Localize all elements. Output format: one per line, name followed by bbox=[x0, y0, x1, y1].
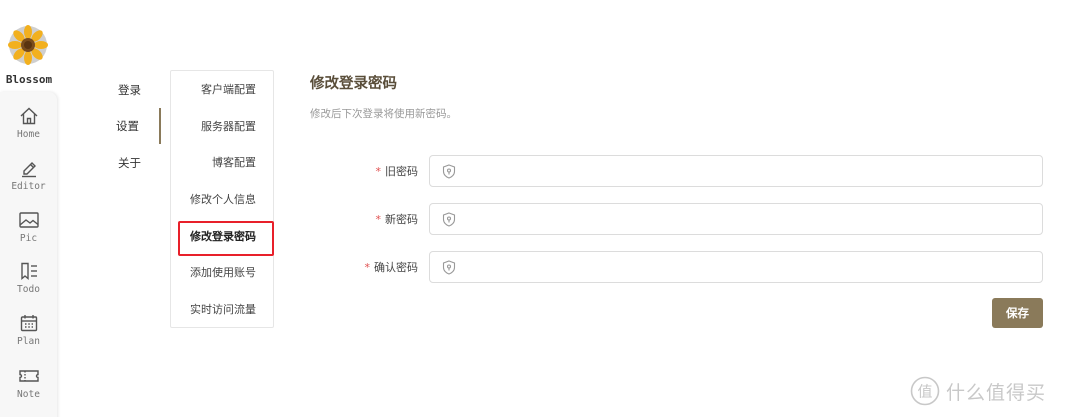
rail-item-pic[interactable]: Pic bbox=[0, 210, 57, 258]
confirm-password-input[interactable] bbox=[464, 256, 1034, 278]
settings-sub-nav: 客户端配置 服务器配置 博客配置 修改个人信息 修改登录密码 添加使用账号 实时… bbox=[170, 70, 274, 328]
field-label-text: 旧密码 bbox=[385, 165, 418, 178]
field-label-text: 新密码 bbox=[385, 213, 418, 226]
shield-lock-icon bbox=[442, 212, 456, 227]
rail-nav: Home Editor Pic Todo Plan Note bbox=[0, 92, 57, 417]
rail-item-label: Pic bbox=[19, 233, 38, 244]
confirm-password-field[interactable] bbox=[429, 251, 1043, 283]
rail-item-label: Editor bbox=[11, 181, 46, 192]
rail-item-home[interactable]: Home bbox=[0, 106, 57, 154]
required-mark: * bbox=[375, 165, 382, 178]
rail-item-plan[interactable]: Plan bbox=[0, 313, 57, 361]
sub-item-edit-profile[interactable]: 修改个人信息 bbox=[171, 182, 273, 218]
zhi-logo-icon: 值 bbox=[910, 376, 940, 406]
shield-lock-icon bbox=[442, 260, 456, 275]
rail-item-note[interactable]: Note bbox=[0, 366, 57, 414]
shield-lock-icon bbox=[442, 164, 456, 179]
app-rail: Blossom Home Editor Pic Todo Plan Note bbox=[0, 0, 58, 417]
confirm-password-label: * 确认密码 bbox=[300, 259, 419, 275]
sub-item-realtime-traffic[interactable]: 实时访问流量 bbox=[171, 292, 273, 328]
new-password-field[interactable] bbox=[429, 203, 1043, 235]
watermark: 值 什么值得买 bbox=[910, 376, 1046, 406]
old-password-input[interactable] bbox=[464, 160, 1034, 182]
section-item-about[interactable]: 关于 bbox=[103, 145, 161, 181]
new-password-label: * 新密码 bbox=[300, 211, 419, 227]
rail-item-label: Note bbox=[17, 389, 40, 400]
rail-item-label: Plan bbox=[17, 336, 40, 347]
required-mark: * bbox=[375, 213, 382, 226]
sunflower-logo-icon bbox=[8, 25, 48, 65]
picture-icon bbox=[18, 212, 39, 228]
old-password-label: * 旧密码 bbox=[300, 163, 419, 179]
page-title: 修改登录密码 bbox=[310, 76, 397, 92]
section-item-settings[interactable]: 设置 bbox=[103, 108, 161, 144]
field-label-text: 确认密码 bbox=[374, 261, 418, 274]
rail-item-label: Todo bbox=[17, 284, 40, 295]
new-password-input[interactable] bbox=[464, 208, 1034, 230]
rail-item-todo[interactable]: Todo bbox=[0, 261, 57, 309]
calendar-icon bbox=[20, 315, 37, 332]
app-name: Blossom bbox=[5, 73, 53, 86]
watermark-text: 什么值得买 bbox=[946, 381, 1047, 404]
save-button[interactable]: 保存 bbox=[992, 298, 1043, 328]
home-icon bbox=[20, 107, 37, 125]
rail-item-editor[interactable]: Editor bbox=[0, 158, 57, 206]
old-password-field[interactable] bbox=[429, 155, 1043, 187]
page-description: 修改后下次登录将使用新密码。 bbox=[310, 108, 457, 120]
required-mark: * bbox=[364, 261, 371, 274]
todo-icon bbox=[20, 262, 37, 280]
sub-item-add-account[interactable]: 添加使用账号 bbox=[171, 255, 273, 291]
sub-item-server-config[interactable]: 服务器配置 bbox=[171, 109, 273, 145]
sub-item-blog-config[interactable]: 博客配置 bbox=[171, 145, 273, 181]
svg-text:值: 值 bbox=[917, 383, 932, 401]
section-item-login[interactable]: 登录 bbox=[103, 72, 161, 108]
annotation-highlight-box bbox=[178, 221, 274, 256]
sub-item-client-config[interactable]: 客户端配置 bbox=[171, 72, 273, 108]
rail-item-label: Home bbox=[17, 129, 40, 140]
ticket-icon bbox=[18, 370, 39, 382]
editor-icon bbox=[21, 162, 36, 178]
